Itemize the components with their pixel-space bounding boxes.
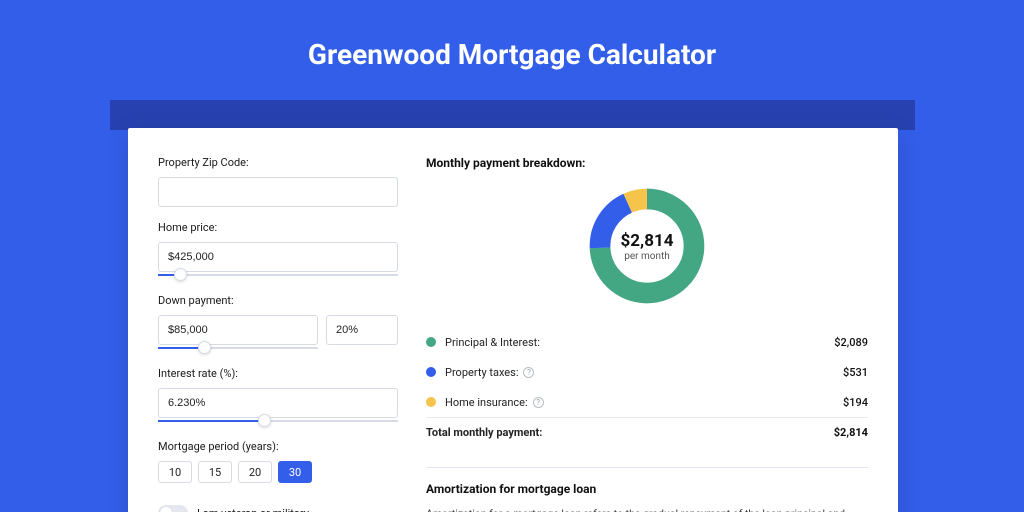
amortization-title: Amortization for mortgage loan bbox=[426, 482, 868, 496]
period-button-20[interactable]: 20 bbox=[238, 461, 272, 483]
form-panel: Property Zip Code: Home price: Down paym… bbox=[158, 156, 398, 512]
donut-center-value: $2,814 bbox=[621, 231, 674, 251]
breakdown-list: Principal & Interest: $2,089 Property taxe… bbox=[426, 326, 868, 447]
breakdown-total-row: Total monthly payment: $2,814 bbox=[426, 417, 868, 447]
home-price-input[interactable] bbox=[158, 242, 398, 272]
down-payment-label: Down payment: bbox=[158, 294, 398, 307]
legend-dot bbox=[426, 367, 436, 377]
zip-input[interactable] bbox=[158, 177, 398, 207]
home-price-slider[interactable] bbox=[158, 270, 398, 280]
breakdown-value: $2,089 bbox=[834, 336, 868, 349]
legend-dot bbox=[426, 337, 436, 347]
breakdown-total-label: Total monthly payment: bbox=[426, 426, 542, 439]
interest-rate-slider[interactable] bbox=[158, 416, 398, 426]
breakdown-label: Home insurance: bbox=[445, 396, 528, 409]
home-price-label: Home price: bbox=[158, 221, 398, 234]
zip-label: Property Zip Code: bbox=[158, 156, 398, 169]
period-button-30[interactable]: 30 bbox=[278, 461, 312, 483]
breakdown-row: Principal & Interest: $2,089 bbox=[426, 327, 868, 357]
breakdown-row: Home insurance:? $194 bbox=[426, 387, 868, 417]
breakdown-donut-chart: $2,814 per month bbox=[585, 184, 709, 308]
down-payment-input[interactable] bbox=[158, 315, 318, 345]
header-bar bbox=[110, 100, 915, 130]
veteran-toggle[interactable] bbox=[158, 505, 188, 512]
period-label: Mortgage period (years): bbox=[158, 440, 398, 453]
period-button-15[interactable]: 15 bbox=[198, 461, 232, 483]
breakdown-label: Principal & Interest: bbox=[445, 336, 540, 349]
legend-dot bbox=[426, 397, 436, 407]
down-payment-slider[interactable] bbox=[158, 343, 318, 353]
breakdown-label: Property taxes: bbox=[445, 366, 518, 379]
page-title: Greenwood Mortgage Calculator bbox=[0, 0, 1024, 71]
down-payment-pct-input[interactable] bbox=[326, 315, 398, 345]
donut-center-sub: per month bbox=[624, 251, 670, 262]
veteran-label: I am veteran or military bbox=[197, 507, 309, 512]
amortization-section: Amortization for mortgage loan Amortizat… bbox=[426, 467, 868, 512]
interest-rate-label: Interest rate (%): bbox=[158, 367, 398, 380]
breakdown-row: Property taxes:? $531 bbox=[426, 357, 868, 387]
breakdown-value: $194 bbox=[843, 396, 868, 409]
amortization-body: Amortization for a mortgage loan refers … bbox=[426, 506, 868, 512]
breakdown-value: $531 bbox=[843, 366, 868, 379]
calculator-card: Property Zip Code: Home price: Down paym… bbox=[128, 128, 898, 512]
breakdown-panel: Monthly payment breakdown: $2,814 per mo… bbox=[426, 156, 868, 512]
period-button-10[interactable]: 10 bbox=[158, 461, 192, 483]
period-group: 10 15 20 30 bbox=[158, 461, 398, 483]
help-icon[interactable]: ? bbox=[523, 367, 534, 378]
interest-rate-input[interactable] bbox=[158, 388, 398, 418]
help-icon[interactable]: ? bbox=[533, 397, 544, 408]
breakdown-total-value: $2,814 bbox=[834, 426, 868, 439]
breakdown-title: Monthly payment breakdown: bbox=[426, 156, 868, 170]
